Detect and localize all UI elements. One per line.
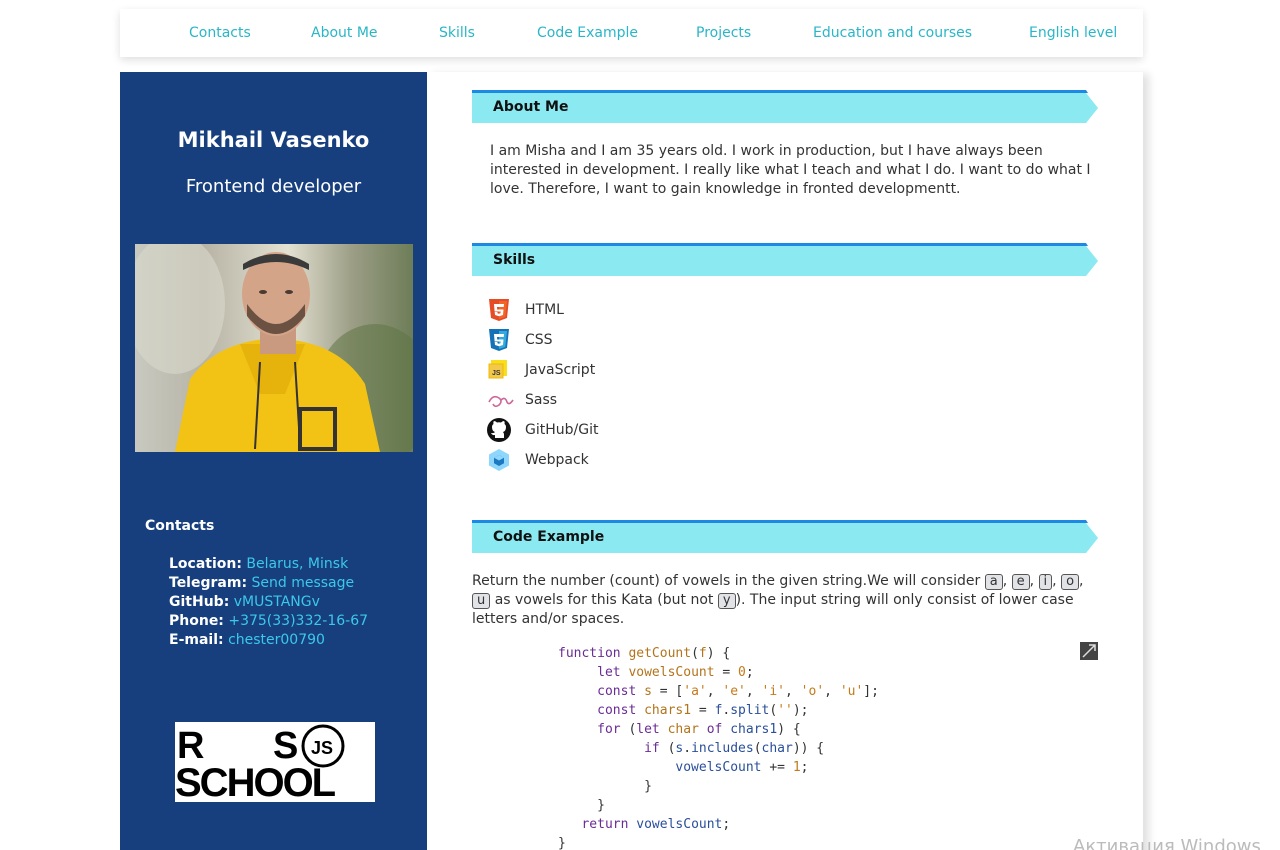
copy-code-icon[interactable] bbox=[1080, 642, 1098, 660]
contact-label: Location: bbox=[169, 556, 242, 572]
javascript-icon: JS bbox=[487, 358, 511, 382]
contact-phone-link[interactable]: +375(33)332-16-67 bbox=[228, 613, 368, 629]
contact-email-link[interactable]: chester00790 bbox=[228, 632, 325, 648]
contact-label: E-mail: bbox=[169, 632, 224, 648]
profile-name: Mikhail Vasenko bbox=[177, 128, 370, 152]
profile-role: Frontend developer bbox=[185, 176, 362, 197]
contact-label: Phone: bbox=[169, 613, 224, 629]
vowel-i: i bbox=[1038, 574, 1053, 590]
contact-github: GitHub: vMUSTANGv bbox=[169, 593, 368, 612]
task-intro: Return the number (count) of vowels in t… bbox=[472, 573, 981, 589]
skill-item: GitHub/Git bbox=[487, 415, 598, 445]
section-header-code: Code Example bbox=[472, 520, 1098, 553]
contacts-list: Location: Belarus, Minsk Telegram: Send … bbox=[169, 555, 368, 650]
section-header-skills: Skills bbox=[472, 243, 1098, 276]
skill-item: CSS bbox=[487, 325, 598, 355]
contact-location-link[interactable]: Belarus, Minsk bbox=[246, 556, 348, 572]
contact-telegram-link[interactable]: Send message bbox=[252, 575, 355, 591]
contact-telegram: Telegram: Send message bbox=[169, 574, 368, 593]
top-nav: Contacts About Me Skills Code Example Pr… bbox=[120, 9, 1143, 57]
nav-projects[interactable]: Projects bbox=[696, 25, 751, 41]
windows-activation-watermark: Активация Windows bbox=[1073, 836, 1261, 850]
about-title: About Me bbox=[493, 99, 569, 115]
contact-phone: Phone: +375(33)332-16-67 bbox=[169, 612, 368, 631]
code-block: function getCount(f) { let vowelsCount =… bbox=[558, 646, 879, 850]
vowel-a: a bbox=[984, 574, 1003, 590]
svg-text:JS: JS bbox=[492, 370, 501, 377]
skill-label: CSS bbox=[525, 332, 553, 348]
contact-email: E-mail: chester00790 bbox=[169, 631, 368, 650]
skill-label: JavaScript bbox=[525, 362, 596, 378]
vowel-o: o bbox=[1061, 574, 1080, 590]
contact-label: Telegram: bbox=[169, 575, 248, 591]
skills-list: HTML CSS JS JavaScript Sass GitHub/Git W… bbox=[487, 295, 598, 475]
nav-english-level[interactable]: English level bbox=[1029, 25, 1117, 41]
task-middle: as vowels for this Kata (but not bbox=[494, 592, 714, 608]
logo-school: SCHOOL bbox=[175, 761, 336, 802]
skill-label: Sass bbox=[525, 392, 558, 408]
code-title: Code Example bbox=[493, 529, 605, 545]
skill-label: GitHub/Git bbox=[525, 422, 599, 438]
nav-skills[interactable]: Skills bbox=[439, 25, 475, 41]
nav-code-example[interactable]: Code Example bbox=[537, 25, 638, 41]
skill-item: HTML bbox=[487, 295, 598, 325]
nav-education[interactable]: Education and courses bbox=[813, 25, 972, 41]
logo-js-badge: JS bbox=[311, 738, 333, 758]
main-content: About Me I am Misha and I am 35 years ol… bbox=[427, 72, 1143, 850]
skill-item: Webpack bbox=[487, 445, 598, 475]
nav-contacts[interactable]: Contacts bbox=[189, 25, 251, 41]
github-icon bbox=[487, 418, 511, 442]
contact-label: GitHub: bbox=[169, 594, 230, 610]
skills-title: Skills bbox=[493, 252, 536, 268]
vowel-e: e bbox=[1011, 574, 1030, 590]
nav-about-me[interactable]: About Me bbox=[311, 25, 378, 41]
skill-item: JS JavaScript bbox=[487, 355, 598, 385]
skill-label: Webpack bbox=[525, 452, 589, 468]
vowel-u: u bbox=[472, 593, 491, 609]
rs-school-logo[interactable]: R S JS SCHOOL bbox=[175, 722, 375, 805]
contacts-title: Contacts bbox=[145, 518, 215, 534]
not-vowel-y: y bbox=[717, 593, 736, 609]
contact-github-link[interactable]: vMUSTANGv bbox=[234, 594, 320, 610]
webpack-icon bbox=[487, 448, 511, 472]
section-header-about: About Me bbox=[472, 90, 1098, 123]
code-task-text: Return the number (count) of vowels in t… bbox=[472, 573, 1084, 627]
about-text: I am Misha and I am 35 years old. I work… bbox=[490, 143, 1091, 197]
skill-label: HTML bbox=[525, 302, 564, 318]
profile-photo bbox=[135, 244, 413, 452]
contact-location: Location: Belarus, Minsk bbox=[169, 555, 368, 574]
sass-icon bbox=[487, 388, 514, 412]
css3-icon bbox=[487, 328, 511, 352]
html5-icon bbox=[487, 298, 511, 322]
skill-item: Sass bbox=[487, 385, 598, 415]
sidebar: Mikhail Vasenko Frontend developer Conta… bbox=[120, 72, 427, 850]
